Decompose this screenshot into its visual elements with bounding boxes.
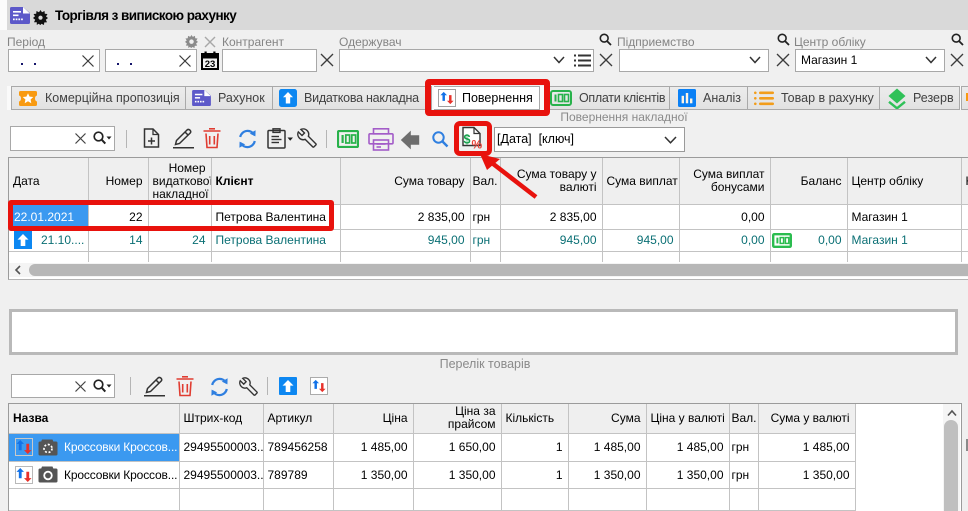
svg-text:23: 23 [205,59,216,70]
